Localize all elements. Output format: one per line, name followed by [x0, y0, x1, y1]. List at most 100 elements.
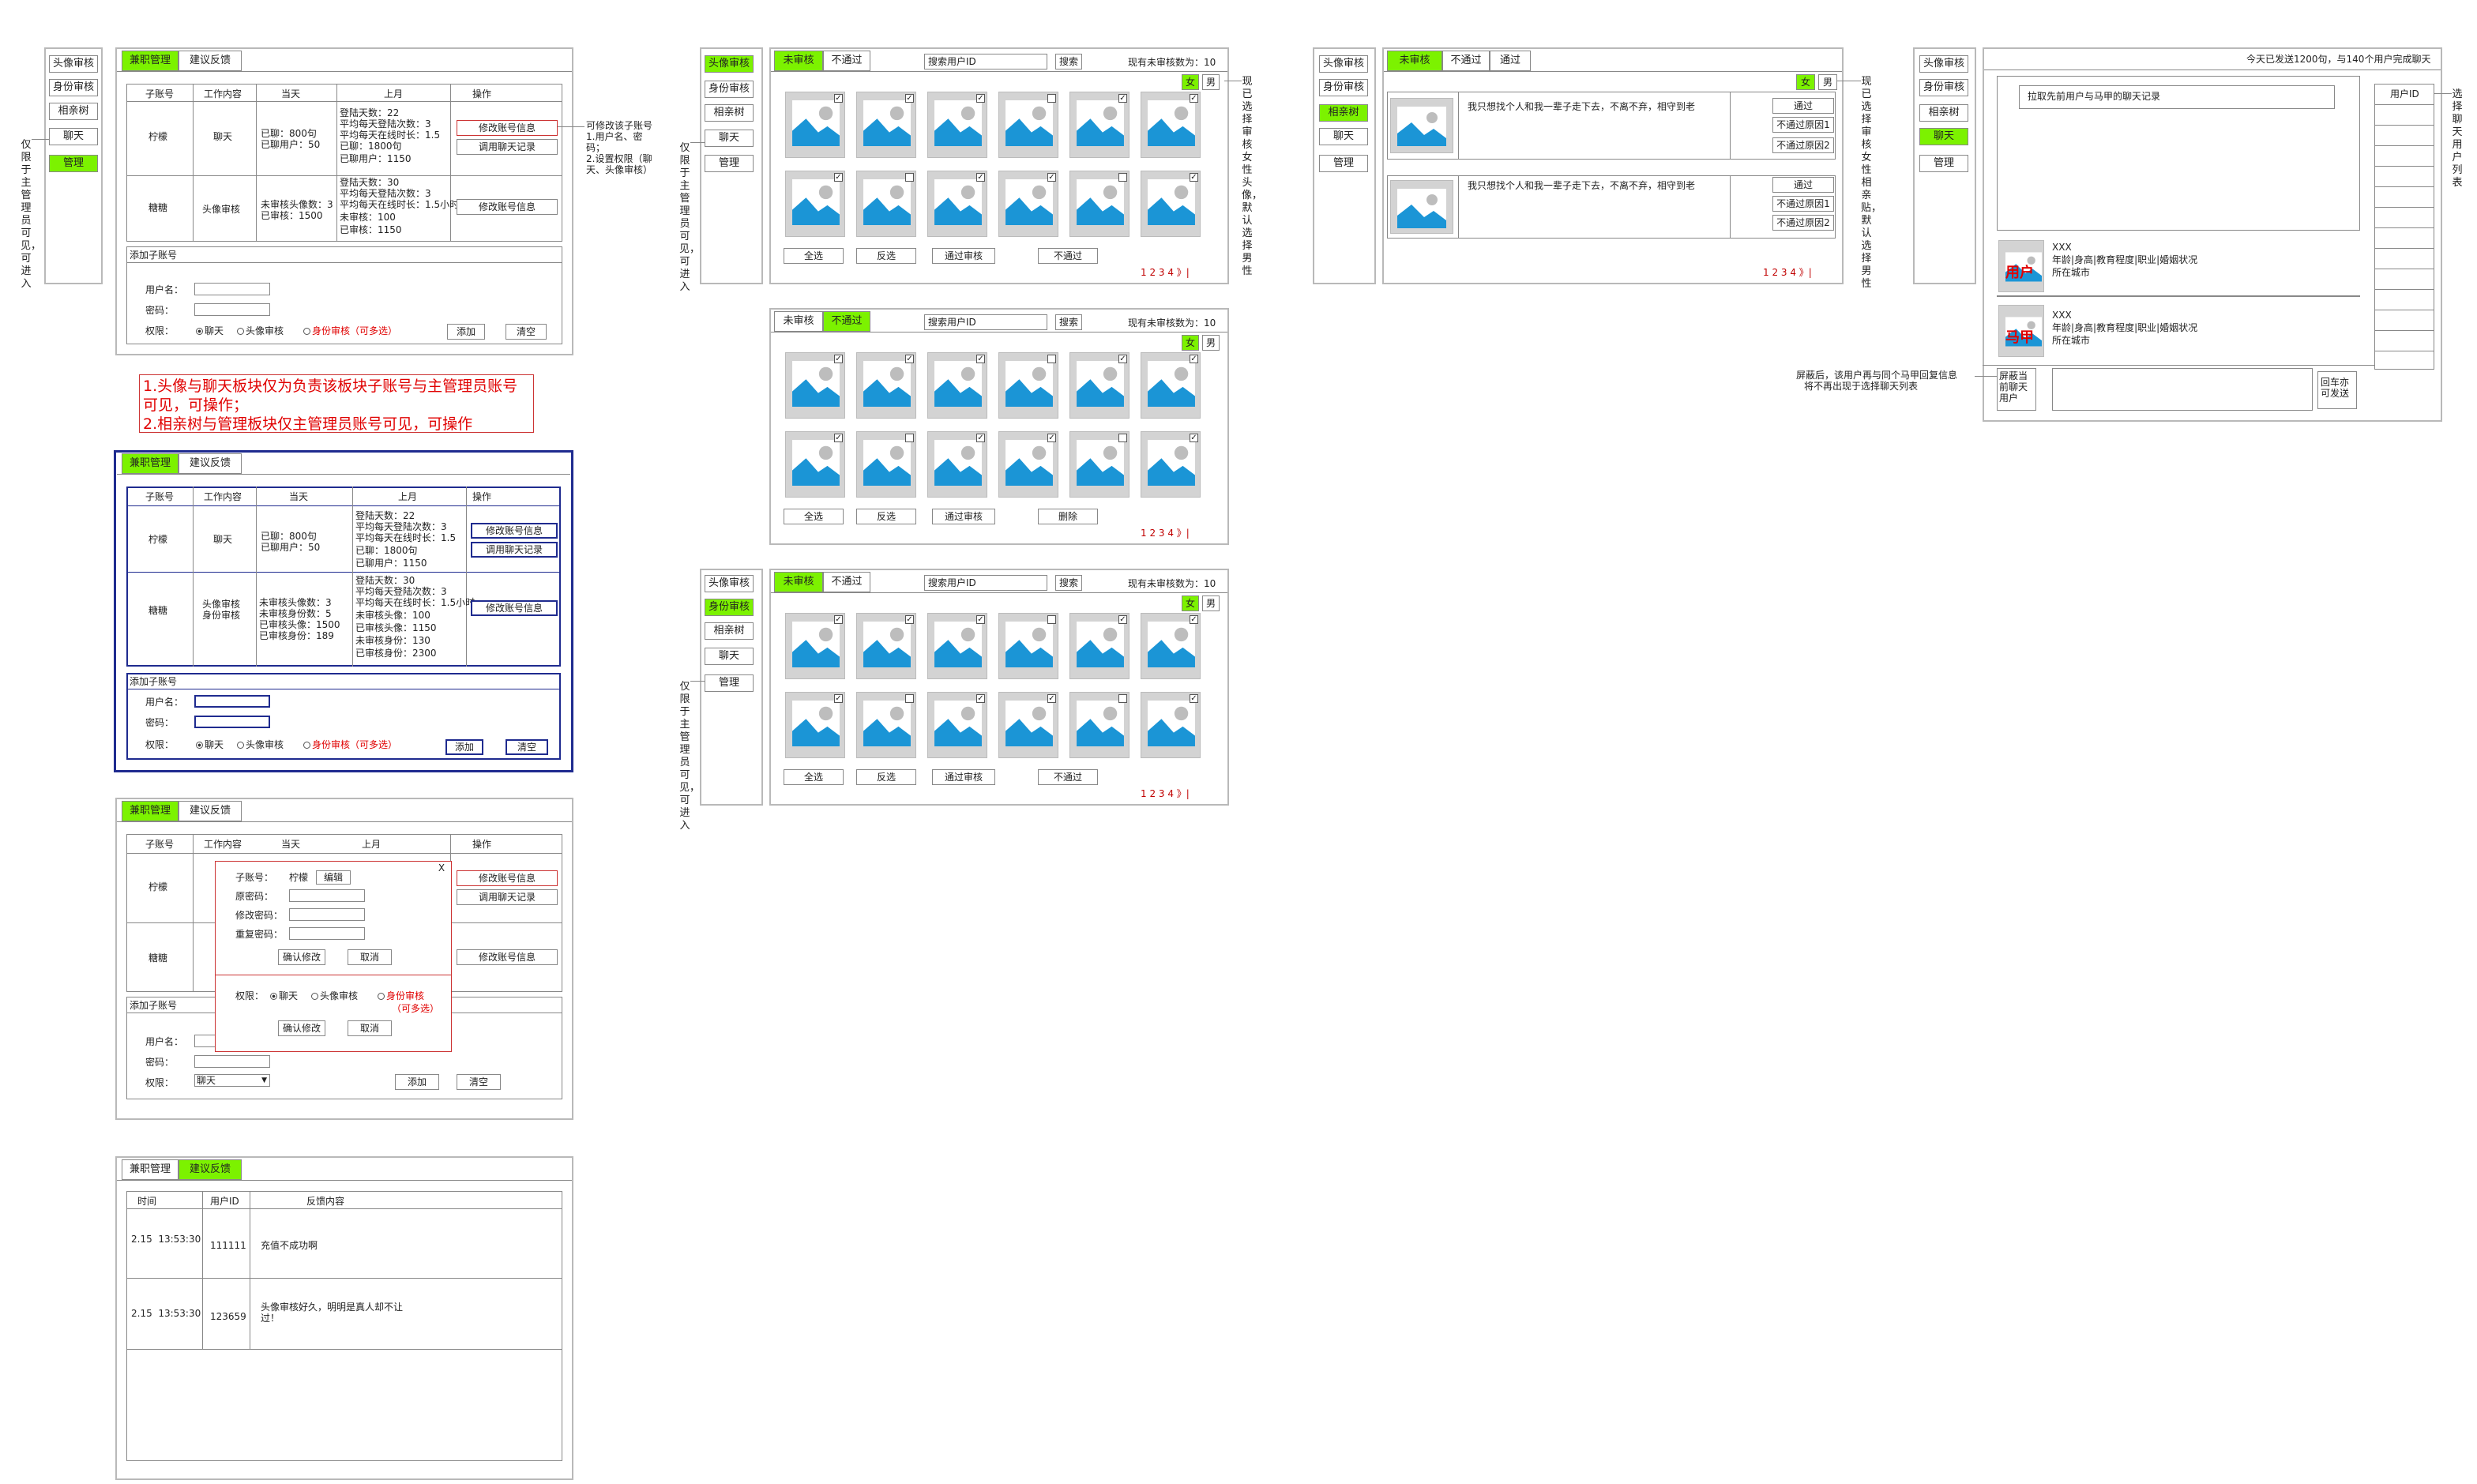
modal-cancel-button[interactable]: 取消: [348, 949, 392, 965]
repeat-password-input[interactable]: [289, 927, 365, 940]
nav-chat[interactable]: 聊天: [49, 128, 98, 145]
avatar-thumbnail[interactable]: ✓: [785, 171, 845, 237]
thumbnail-checkbox[interactable]: ✓: [834, 94, 843, 103]
pass-review-button[interactable]: 通过审核: [932, 769, 995, 785]
block-user-button[interactable]: 屏蔽当前聊天用户: [1997, 368, 2036, 411]
avatar-thumbnail[interactable]: ✓: [1069, 613, 1129, 679]
chat-log-button[interactable]: 调用聊天记录: [457, 139, 558, 155]
old-password-input[interactable]: [289, 889, 365, 902]
permission-select[interactable]: 聊天 ▼: [194, 1074, 270, 1087]
avatar-thumbnail[interactable]: [998, 613, 1058, 679]
avatar-thumbnail[interactable]: ✓: [1069, 92, 1129, 158]
modify-account-button[interactable]: 修改账号信息: [471, 600, 558, 616]
user-id-row[interactable]: [2374, 248, 2434, 249]
nav-chat[interactable]: 聊天: [1319, 128, 1368, 145]
thumbnail-checkbox[interactable]: [1047, 355, 1056, 363]
close-icon[interactable]: X: [434, 862, 449, 875]
tab-rejected[interactable]: 不通过: [823, 51, 870, 71]
thumbnail-checkbox[interactable]: ✓: [976, 173, 985, 182]
avatar-thumbnail[interactable]: ✓: [927, 92, 987, 158]
filter-female-button[interactable]: 女: [1182, 335, 1199, 351]
nav-chat[interactable]: 聊天: [705, 648, 754, 665]
avatar-thumbnail[interactable]: ✓: [927, 692, 987, 758]
filter-male-button[interactable]: 男: [1818, 74, 1837, 90]
nav-chat[interactable]: 聊天: [1919, 128, 1968, 145]
tab-part-time[interactable]: 兼职管理: [122, 51, 179, 71]
thumbnail-checkbox[interactable]: ✓: [1190, 355, 1198, 363]
tab-pending[interactable]: 未审核: [774, 51, 823, 71]
modal-confirm-button[interactable]: 确认修改: [278, 1020, 325, 1036]
nav-matchmaker-tree[interactable]: 相亲树: [49, 103, 98, 120]
clear-button[interactable]: 清空: [506, 739, 548, 755]
tab-feedback[interactable]: 建议反馈: [179, 51, 242, 71]
modify-account-button[interactable]: 修改账号信息: [457, 120, 558, 136]
avatar-thumbnail[interactable]: ✓: [927, 352, 987, 419]
avatar-thumbnail[interactable]: ✓: [1069, 352, 1129, 419]
reject-button[interactable]: 不通过: [1038, 769, 1098, 785]
nav-id-review[interactable]: 身份审核: [1319, 79, 1368, 96]
thumbnail-checkbox[interactable]: [905, 694, 914, 703]
thumbnail-checkbox[interactable]: ✓: [976, 615, 985, 624]
nav-manage[interactable]: 管理: [1919, 155, 1968, 172]
avatar-thumbnail[interactable]: ✓: [998, 431, 1058, 498]
user-id-row[interactable]: [2374, 145, 2434, 146]
tab-rejected[interactable]: 不通过: [1442, 51, 1490, 71]
avatar-thumbnail[interactable]: ✓: [927, 613, 987, 679]
select-all-button[interactable]: 全选: [784, 769, 844, 785]
nav-manage[interactable]: 管理: [1319, 155, 1368, 172]
avatar-thumbnail[interactable]: ✓: [785, 431, 845, 498]
select-all-button[interactable]: 全选: [784, 248, 844, 264]
nav-manage[interactable]: 管理: [705, 674, 754, 692]
thumbnail-checkbox[interactable]: ✓: [976, 94, 985, 103]
thumbnail-checkbox[interactable]: ✓: [905, 94, 914, 103]
search-button[interactable]: 搜索: [1055, 575, 1082, 591]
avatar-thumbnail[interactable]: ✓: [1141, 431, 1201, 498]
modify-account-button[interactable]: 修改账号信息: [457, 199, 558, 215]
avatar-thumbnail[interactable]: [998, 352, 1058, 419]
pass-review-button[interactable]: 通过审核: [932, 248, 995, 264]
thumbnail-checkbox[interactable]: ✓: [1047, 434, 1056, 442]
pager[interactable]: 1 2 3 4 》|: [1141, 526, 1190, 539]
thumbnail-checkbox[interactable]: ✓: [1118, 94, 1127, 103]
user-id-row[interactable]: [2374, 186, 2434, 187]
filter-male-button[interactable]: 男: [1202, 335, 1220, 351]
nav-matchmaker-tree[interactable]: 相亲树: [1319, 104, 1368, 122]
avatar-thumbnail[interactable]: ✓: [856, 352, 916, 419]
perm-avatar-radio[interactable]: 头像审核: [237, 325, 284, 336]
thumbnail-checkbox[interactable]: ✓: [976, 694, 985, 703]
tab-part-time[interactable]: 兼职管理: [122, 801, 179, 821]
search-input[interactable]: 搜索用户ID: [924, 314, 1047, 330]
username-input[interactable]: [194, 283, 270, 295]
nav-matchmaker-tree[interactable]: 相亲树: [705, 622, 754, 640]
avatar-thumbnail[interactable]: ✓: [1141, 92, 1201, 158]
message-input[interactable]: [2052, 368, 2313, 411]
avatar-thumbnail[interactable]: ✓: [785, 352, 845, 419]
avatar-thumbnail[interactable]: ✓: [998, 692, 1058, 758]
post-reject-reason2-button[interactable]: 不通过原因2: [1772, 137, 1834, 153]
filter-female-button[interactable]: 女: [1182, 74, 1199, 90]
invert-selection-button[interactable]: 反选: [856, 509, 916, 524]
thumbnail-checkbox[interactable]: ✓: [1190, 694, 1198, 703]
new-password-input[interactable]: [289, 908, 365, 921]
post-reject-reason1-button[interactable]: 不通过原因1: [1772, 196, 1834, 212]
thumbnail-checkbox[interactable]: ✓: [834, 173, 843, 182]
modify-account-button[interactable]: 修改账号信息: [457, 870, 558, 886]
thumbnail-checkbox[interactable]: ✓: [1047, 694, 1056, 703]
tab-feedback[interactable]: 建议反馈: [179, 801, 242, 821]
modal-perm-id-radio[interactable]: 身份审核: [378, 990, 424, 1001]
thumbnail-checkbox[interactable]: [1118, 694, 1127, 703]
filter-male-button[interactable]: 男: [1202, 74, 1220, 90]
nav-avatar-review[interactable]: 头像审核: [705, 55, 754, 73]
nav-chat[interactable]: 聊天: [705, 130, 754, 147]
thumbnail-checkbox[interactable]: [1118, 434, 1127, 442]
perm-avatar-radio[interactable]: 头像审核: [237, 739, 284, 750]
avatar-thumbnail[interactable]: [998, 92, 1058, 158]
reject-button[interactable]: 不通过: [1038, 248, 1098, 264]
tab-passed[interactable]: 通过: [1490, 51, 1531, 71]
nav-id-review[interactable]: 身份审核: [49, 79, 98, 96]
select-all-button[interactable]: 全选: [784, 509, 844, 524]
tab-rejected[interactable]: 不通过: [823, 311, 870, 332]
password-input[interactable]: [194, 1055, 270, 1068]
tab-pending[interactable]: 未审核: [1387, 51, 1442, 71]
clear-button[interactable]: 清空: [506, 324, 547, 340]
